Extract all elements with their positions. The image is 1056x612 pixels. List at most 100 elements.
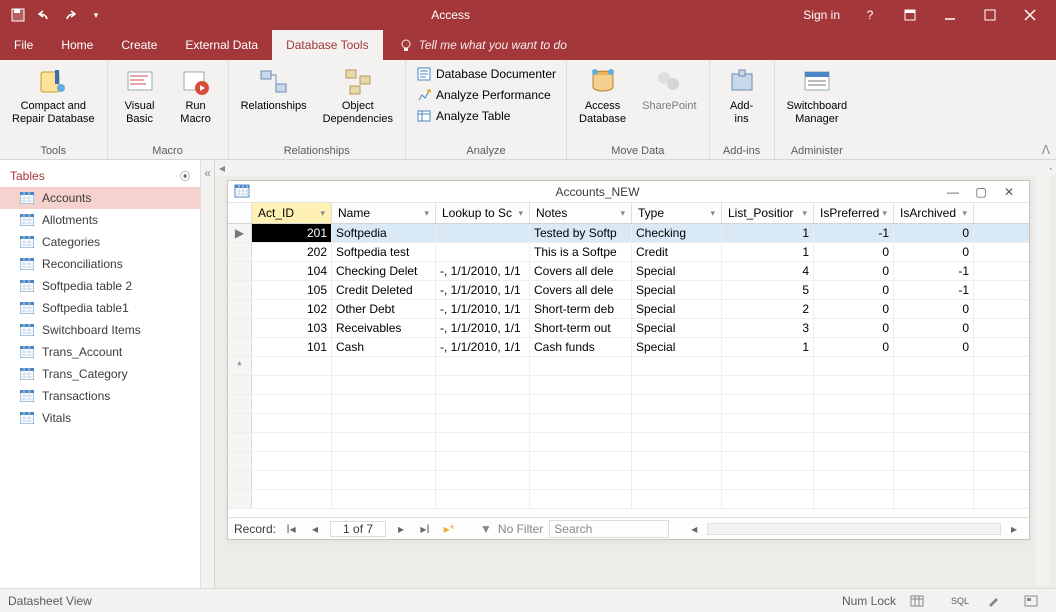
- cell-is_pref[interactable]: -1: [814, 224, 894, 242]
- qat-more-icon[interactable]: ▾: [84, 3, 108, 27]
- record-prev-icon[interactable]: ◂: [306, 522, 324, 536]
- cell-lookup[interactable]: -, 1/1/2010, 1/1: [436, 300, 530, 318]
- column-header-act_id[interactable]: Act_ID▾: [252, 203, 332, 223]
- doc-close-icon[interactable]: ✕: [995, 185, 1023, 199]
- addins-button[interactable]: Add- ins: [716, 64, 768, 128]
- sidebar-item-trans-category[interactable]: Trans_Category: [0, 363, 200, 385]
- record-counter[interactable]: 1 of 7: [330, 521, 386, 537]
- cell-act_id[interactable]: 202: [252, 243, 332, 261]
- save-icon[interactable]: [6, 3, 30, 27]
- cell-is_arch[interactable]: 0: [894, 243, 974, 261]
- column-dropdown-icon[interactable]: ▾: [962, 208, 967, 219]
- table-row[interactable]: 103Receivables-, 1/1/2010, 1/1Short-term…: [228, 319, 1029, 338]
- cell-name[interactable]: Other Debt: [332, 300, 436, 318]
- cell-empty[interactable]: [894, 357, 974, 375]
- sharepoint-button[interactable]: SharePoint: [636, 64, 702, 115]
- nav-header[interactable]: Tables ⦿: [0, 164, 200, 187]
- run-macro-button[interactable]: Run Macro: [170, 64, 222, 128]
- row-handle[interactable]: ▶: [228, 224, 252, 242]
- cell-is_pref[interactable]: 0: [814, 243, 894, 261]
- undo-icon[interactable]: [32, 3, 56, 27]
- sign-in-link[interactable]: Sign in: [793, 8, 850, 22]
- column-header-list_pos[interactable]: List_Positior▾: [722, 203, 814, 223]
- cell-empty[interactable]: [332, 357, 436, 375]
- sidebar-item-allotments[interactable]: Allotments: [0, 209, 200, 231]
- sidebar-item-reconciliations[interactable]: Reconciliations: [0, 253, 200, 275]
- cell-empty[interactable]: [814, 357, 894, 375]
- cell-empty[interactable]: [632, 357, 722, 375]
- compact-repair-button[interactable]: Compact and Repair Database: [6, 64, 101, 128]
- column-dropdown-icon[interactable]: ▾: [802, 208, 807, 219]
- analyze-performance-button[interactable]: Analyze Performance: [412, 85, 560, 105]
- cell-name[interactable]: Softpedia: [332, 224, 436, 242]
- sidebar-item-trans-account[interactable]: Trans_Account: [0, 341, 200, 363]
- cell-name[interactable]: Credit Deleted: [332, 281, 436, 299]
- doc-minimize-icon[interactable]: —: [939, 185, 967, 199]
- design-view-icon[interactable]: [986, 595, 1010, 607]
- row-handle[interactable]: [228, 281, 252, 299]
- cell-name[interactable]: Cash: [332, 338, 436, 356]
- column-header-name[interactable]: Name▾: [332, 203, 436, 223]
- column-dropdown-icon[interactable]: ▾: [424, 208, 429, 219]
- access-database-button[interactable]: Access Database: [573, 64, 632, 128]
- row-handle[interactable]: [228, 243, 252, 261]
- relationships-button[interactable]: Relationships: [235, 64, 313, 115]
- cell-is_arch[interactable]: 0: [894, 319, 974, 337]
- nav-filter-icon[interactable]: ⦿: [180, 168, 190, 183]
- cell-lookup[interactable]: -, 1/1/2010, 1/1: [436, 281, 530, 299]
- help-icon[interactable]: ?: [850, 0, 890, 30]
- hscroll-left-icon[interactable]: ◂: [685, 522, 703, 536]
- tab-database-tools[interactable]: Database Tools: [272, 30, 383, 60]
- record-last-icon[interactable]: ▸I: [416, 522, 434, 536]
- cell-type[interactable]: Special: [632, 300, 722, 318]
- cell-act_id[interactable]: 103: [252, 319, 332, 337]
- close-icon[interactable]: [1010, 0, 1050, 30]
- cell-notes[interactable]: Short-term out: [530, 319, 632, 337]
- table-row[interactable]: 202Softpedia testThis is a SoftpeCredit1…: [228, 243, 1029, 262]
- cell-notes[interactable]: Covers all dele: [530, 262, 632, 280]
- record-new-icon[interactable]: ▸*: [440, 522, 458, 536]
- layout-view-icon[interactable]: [1024, 595, 1048, 607]
- visual-basic-button[interactable]: Visual Basic: [114, 64, 166, 128]
- redo-icon[interactable]: [58, 3, 82, 27]
- row-handle[interactable]: *: [228, 357, 252, 375]
- cell-lookup[interactable]: -, 1/1/2010, 1/1: [436, 338, 530, 356]
- table-row[interactable]: 101Cash-, 1/1/2010, 1/1Cash fundsSpecial…: [228, 338, 1029, 357]
- tell-me[interactable]: Tell me what you want to do: [383, 30, 567, 60]
- column-header-is_pref[interactable]: IsPreferred▾: [814, 203, 894, 223]
- cell-is_arch[interactable]: 0: [894, 224, 974, 242]
- cell-type[interactable]: Special: [632, 262, 722, 280]
- cell-list_pos[interactable]: 5: [722, 281, 814, 299]
- ribbon-options-icon[interactable]: [890, 0, 930, 30]
- nav-collapse-icon[interactable]: «: [200, 160, 214, 588]
- datasheet-view-icon[interactable]: [910, 595, 934, 607]
- sidebar-item-softpedia-table-2[interactable]: Softpedia table 2: [0, 275, 200, 297]
- tab-create[interactable]: Create: [107, 30, 171, 60]
- hscroll-track[interactable]: [707, 523, 1001, 535]
- new-row[interactable]: *: [228, 357, 1029, 376]
- cell-type[interactable]: Special: [632, 338, 722, 356]
- cell-name[interactable]: Checking Delet: [332, 262, 436, 280]
- minimize-icon[interactable]: [930, 0, 970, 30]
- cell-is_pref[interactable]: 0: [814, 281, 894, 299]
- cell-is_pref[interactable]: 0: [814, 319, 894, 337]
- row-handle[interactable]: [228, 338, 252, 356]
- select-all-handle[interactable]: [228, 203, 252, 223]
- row-handle[interactable]: [228, 262, 252, 280]
- cell-notes[interactable]: Covers all dele: [530, 281, 632, 299]
- cell-notes[interactable]: Tested by Softp: [530, 224, 632, 242]
- cell-list_pos[interactable]: 1: [722, 224, 814, 242]
- column-header-notes[interactable]: Notes▾: [530, 203, 632, 223]
- sidebar-item-transactions[interactable]: Transactions: [0, 385, 200, 407]
- cell-notes[interactable]: Short-term deb: [530, 300, 632, 318]
- maximize-icon[interactable]: [970, 0, 1010, 30]
- record-next-icon[interactable]: ▸: [392, 522, 410, 536]
- cell-is_arch[interactable]: -1: [894, 262, 974, 280]
- analyze-table-button[interactable]: Analyze Table: [412, 106, 560, 126]
- content-hscroll[interactable]: ◂▸: [215, 160, 1056, 176]
- cell-notes[interactable]: Cash funds: [530, 338, 632, 356]
- cell-is_arch[interactable]: 0: [894, 338, 974, 356]
- search-input[interactable]: Search: [549, 520, 669, 538]
- cell-type[interactable]: Special: [632, 319, 722, 337]
- cell-empty[interactable]: [436, 357, 530, 375]
